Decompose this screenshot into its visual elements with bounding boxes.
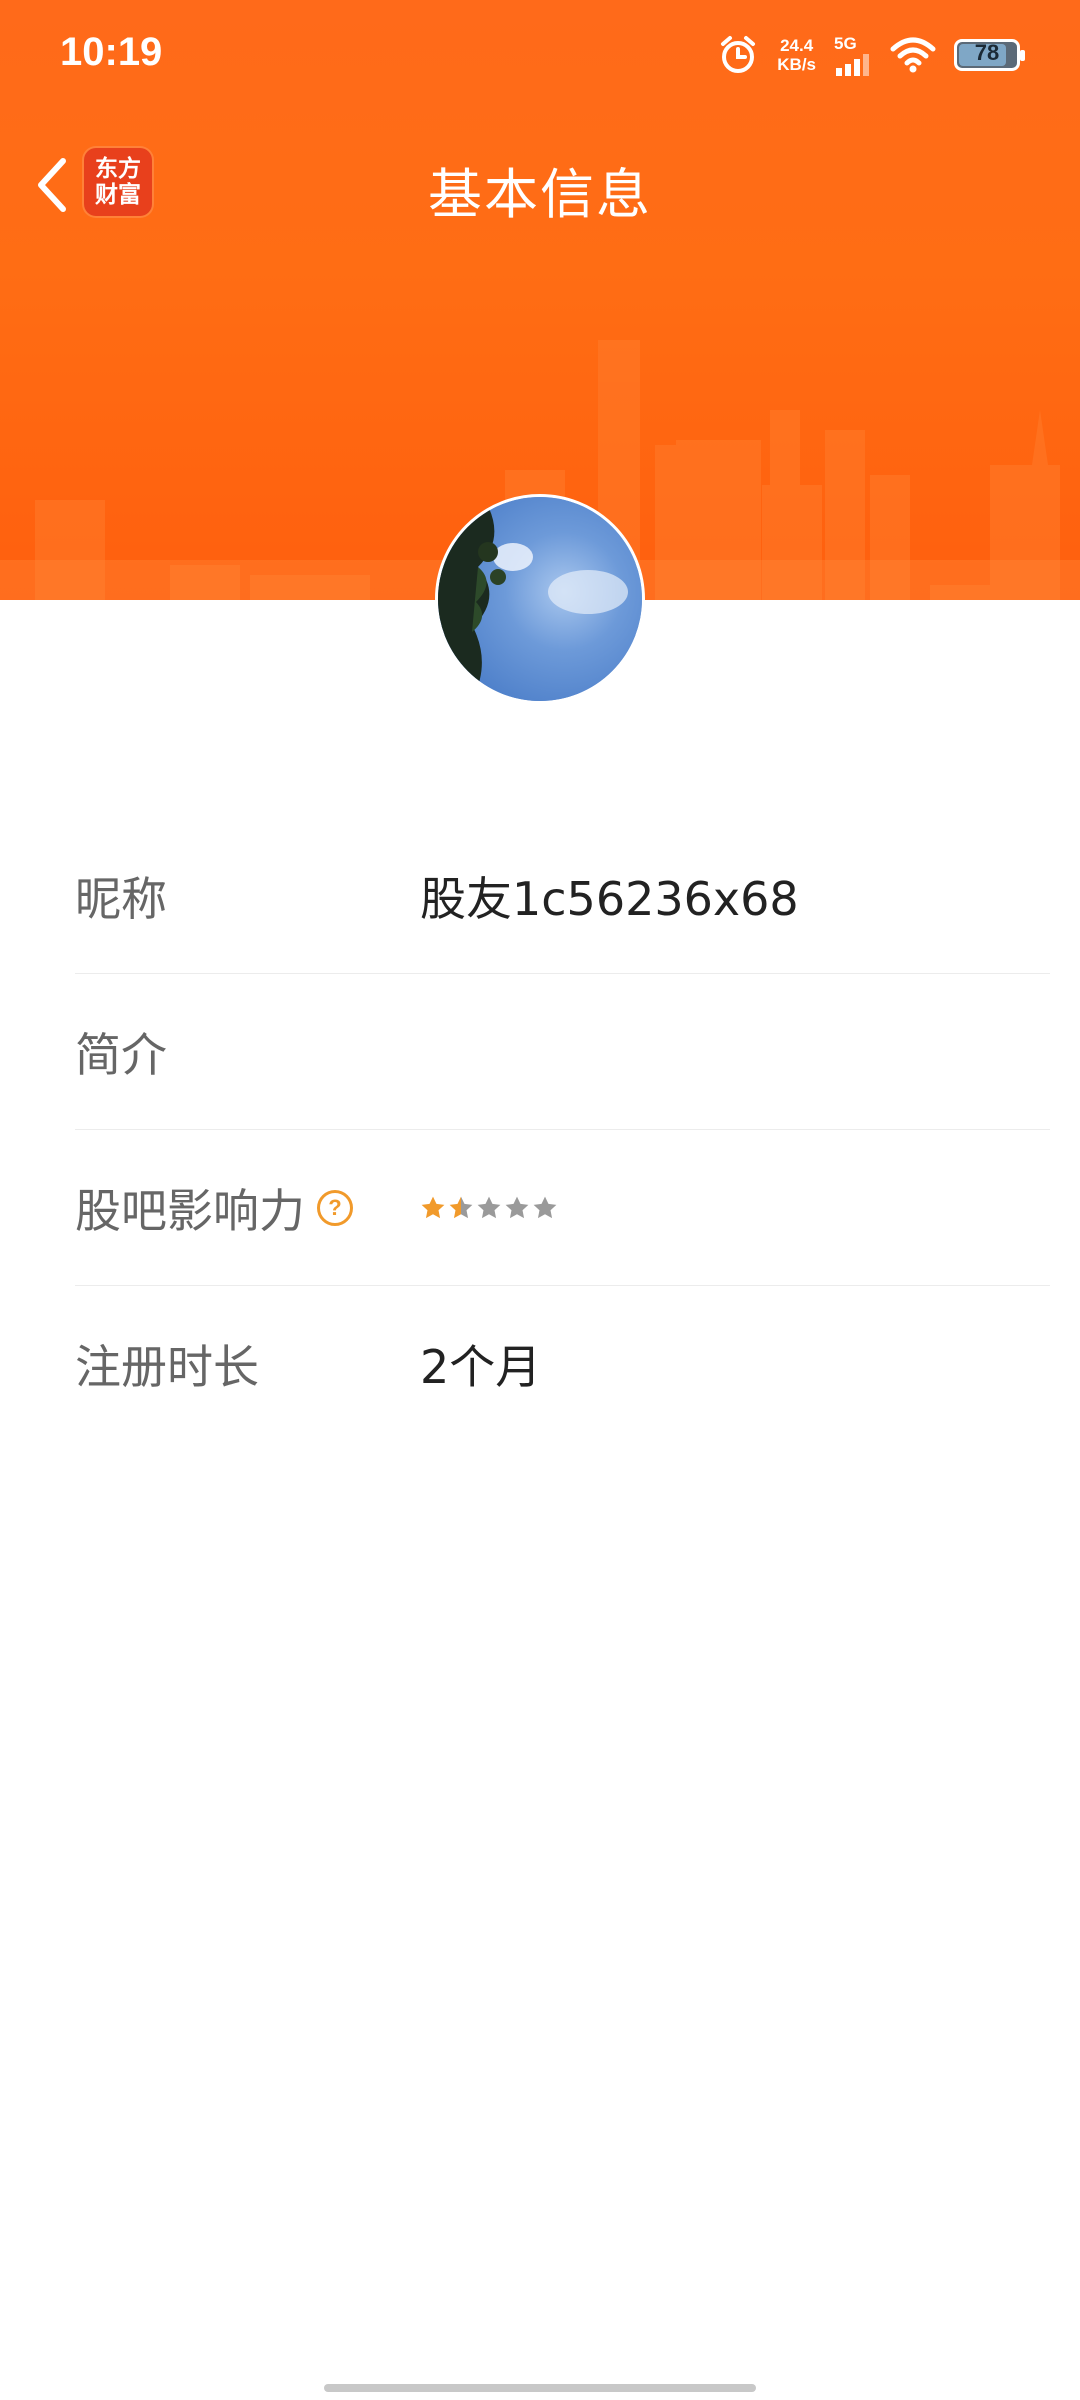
battery-level: 78 [974, 40, 1000, 65]
profile-info-list: 昵称 股友1c56236x68 简介 股吧影响力 ? 注册时长 2个月 [75, 818, 1050, 1441]
alarm-clock-icon [721, 36, 756, 73]
question-circle-icon[interactable]: ? [317, 1189, 353, 1226]
star-empty-icon [533, 1196, 557, 1218]
influence-label: 股吧影响力 [75, 1183, 305, 1238]
influence-label-group: 股吧影响力 ? [75, 1175, 420, 1241]
profile-row-bio: 简介 [75, 974, 1050, 1130]
profile-row-nickname: 昵称 股友1c56236x68 [75, 818, 1050, 974]
battery-indicator: 78 [954, 39, 1025, 71]
page-title: 基本信息 [428, 163, 652, 226]
profile-row-registration: 注册时长 2个月 [75, 1286, 1050, 1441]
network-type-label: 5G [834, 34, 857, 53]
nickname-label: 昵称 [75, 871, 167, 926]
avatar-image [438, 497, 642, 701]
home-indicator[interactable] [324, 2384, 756, 2392]
star-half-icon [449, 1196, 473, 1218]
registration-duration-label: 注册时长 [75, 1339, 259, 1394]
signal-strength-icon [836, 54, 869, 76]
network-speed: 24.4 KB/s [777, 36, 816, 74]
network-speed-unit: KB/s [777, 55, 816, 74]
star-icon [421, 1196, 445, 1218]
star-empty-icon [505, 1196, 529, 1218]
wifi-icon [890, 37, 936, 73]
network-speed-value: 24.4 [780, 36, 814, 55]
influence-rating [420, 1195, 558, 1221]
bio-label: 简介 [75, 1027, 167, 1082]
nickname-value: 股友1c56236x68 [420, 871, 799, 926]
status-bar: 10:19 24.4 KB/s 5G 78 [0, 0, 1080, 110]
star-empty-icon [477, 1196, 501, 1218]
registration-duration-value: 2个月 [420, 1339, 542, 1394]
avatar[interactable] [435, 494, 645, 704]
profile-row-influence: 股吧影响力 ? [75, 1130, 1050, 1286]
status-time: 10:19 [60, 30, 163, 74]
